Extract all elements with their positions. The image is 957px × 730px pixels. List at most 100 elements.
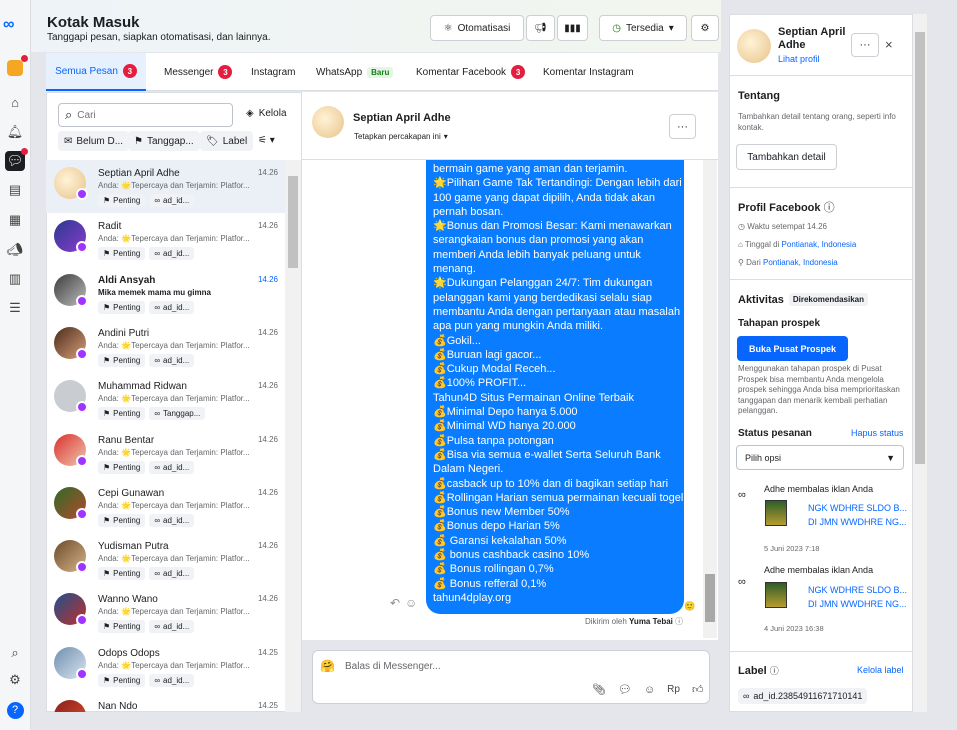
home-icon[interactable]: ⌂ — [5, 92, 25, 112]
list-item[interactable]: Radit 14.26 Anda: 🌟Tepercaya dan Terjamin:… — [46, 213, 285, 266]
view-profile-link[interactable]: Lihat profil — [778, 54, 820, 64]
emoji-icon[interactable]: ☺ — [644, 684, 655, 696]
details-scrollbar[interactable] — [913, 14, 927, 712]
label-tag[interactable]: ⚑ Penting — [98, 567, 146, 581]
automation-button[interactable]: ⚛ Otomatisasi — [430, 15, 524, 41]
label-tag[interactable]: ∞ ad_id... — [149, 194, 195, 207]
calendar-icon[interactable]: ▦ — [5, 210, 25, 230]
chat-more-button[interactable]: ··· — [669, 114, 696, 139]
settings-button[interactable]: ⚙ — [691, 15, 719, 41]
chat-contact-name[interactable]: Septian April Adhe — [353, 112, 451, 124]
label-tag[interactable]: ∞ ad_id... — [149, 353, 195, 367]
ad-link[interactable]: NGK WDHRE SLDO B... DI JMN WWDHRE NG... — [808, 501, 907, 529]
reply-icon[interactable]: ↶ — [390, 596, 400, 610]
list-item[interactable]: Cepi Gunawan 14.26 Anda: 🌟Tepercaya dan Te… — [46, 480, 285, 533]
label-tag[interactable]: ⚑ Penting — [98, 353, 146, 367]
label-chip[interactable]: ∞ ad_id.23854911671710141 — [738, 688, 868, 704]
availability-dropdown[interactable]: ◷ Tersedia ▾ — [599, 15, 687, 41]
avatar — [312, 106, 344, 138]
attachment-icon[interactable]: 📎︎ — [592, 683, 606, 696]
label-tag[interactable]: ∞ ad_id... — [149, 300, 195, 314]
search-input[interactable] — [77, 109, 218, 121]
message-line: 💰casback up to 10% dan di bagikan setiap… — [433, 477, 669, 490]
tab-whatsapp[interactable]: WhatsApp Baru — [316, 53, 394, 91]
notifications-icon[interactable]: 🔔︎ — [5, 122, 25, 142]
message-bubble[interactable]: bermain game yang aman dan terjamin. 🌟Pil… — [426, 160, 684, 614]
message-scrollbar[interactable] — [703, 160, 717, 638]
help-icon[interactable]: ? — [5, 700, 25, 720]
filter-pending[interactable]: ⚑ Tanggap... — [128, 131, 200, 151]
profile-more-button[interactable]: ··· — [851, 33, 879, 57]
compose-input[interactable]: Balas di Messenger... — [345, 661, 441, 672]
list-item[interactable]: Nan Ndo 14.25 — [46, 693, 285, 712]
react-icon[interactable]: ☺ — [405, 596, 417, 610]
page-avatar-icon[interactable] — [5, 55, 28, 78]
posts-icon[interactable]: ▤ — [5, 180, 25, 200]
label-tag[interactable]: ⚑ Penting — [98, 673, 146, 687]
ads-button[interactable]: 📢︎ — [526, 15, 555, 41]
ad-thumbnail[interactable] — [765, 500, 787, 526]
ad-link[interactable]: NGK WDHRE SLDO B... DI JMN WWDHRE NG... — [808, 583, 907, 611]
insights-button[interactable]: ▮▮▮ — [557, 15, 588, 41]
label-tag[interactable]: ∞ ad_id... — [149, 567, 195, 581]
label-tag[interactable]: ∞ ad_id... — [149, 247, 195, 261]
list-item[interactable]: Andini Putri 14.26 Anda: 🌟Tepercaya dan Te… — [46, 320, 285, 373]
tab-facebook-comments[interactable]: Komentar Facebook 3 — [416, 53, 526, 91]
manage-labels-link[interactable]: Kelola label — [857, 665, 904, 675]
list-item[interactable]: Septian April Adhe 14.26 Anda: 🌟Tepercaya … — [46, 160, 285, 213]
add-details-button[interactable]: Tambahkan detail — [736, 144, 837, 170]
settings-icon[interactable]: ⚙ — [5, 670, 25, 690]
order-status-select[interactable]: Pilih opsi ▼ — [736, 445, 904, 470]
search-box[interactable]: ⌕ — [58, 103, 233, 127]
tab-instagram[interactable]: Instagram — [251, 53, 295, 91]
list-item[interactable]: Muhammad Ridwan 14.26 Anda: 🌟Tepercaya dan… — [46, 373, 285, 426]
open-leads-center-button[interactable]: Buka Pusat Prospek — [737, 336, 848, 361]
tab-instagram-comments[interactable]: Komentar Instagram — [543, 53, 634, 91]
search-icon[interactable]: ⌕ — [5, 643, 25, 663]
inbox-icon[interactable]: 💬︎ — [5, 148, 28, 171]
assign-conversation[interactable]: Tetapkan percakapan ini ▾ — [354, 132, 448, 141]
insights-icon[interactable]: ▥ — [5, 269, 25, 289]
info-icon: ⓘ — [823, 202, 835, 214]
label-tag[interactable]: ⚑ Penting — [98, 247, 146, 261]
label-tag[interactable]: ⚑ Penting — [98, 407, 146, 421]
label-tag[interactable]: ⚑ Penting — [98, 513, 146, 527]
message-line: pelanggan kami yang berdedikasi selalu s… — [433, 291, 652, 304]
payment-button[interactable]: Rp — [667, 684, 680, 695]
list-item[interactable]: Odops Odops 14.25 Anda: 🌟Tepercaya dan Ter… — [46, 640, 285, 693]
label-tag[interactable]: ∞ ad_id... — [149, 673, 195, 687]
ad-thumbnail[interactable] — [765, 582, 787, 608]
filter-label[interactable]: 🏷︎ Label — [200, 131, 254, 151]
thumbs-up-icon[interactable]: 👍︎ — [692, 683, 704, 696]
label-tag[interactable]: ∞ ad_id... — [149, 620, 195, 634]
tab-all-messages[interactable]: Semua Pesan 3 — [46, 53, 146, 91]
label-tag[interactable]: ⚑ Penting — [98, 194, 146, 207]
clear-status-link[interactable]: Hapus status — [851, 428, 904, 438]
close-icon[interactable]: × — [885, 37, 893, 52]
list-item[interactable]: Wanno Wano 14.26 Anda: 🌟Tepercaya dan Terj… — [46, 586, 285, 639]
message-line: 💰 Bonus refferal 0,1% — [433, 577, 547, 590]
filter-unread[interactable]: ✉ Belum D... — [58, 131, 130, 151]
meta-icon: ∞ — [738, 489, 746, 501]
menu-icon[interactable]: ☰ — [5, 298, 25, 318]
seen-avatar: 🙂 — [684, 601, 696, 611]
ads-icon[interactable]: 📣︎ — [5, 240, 25, 260]
saved-replies-icon[interactable]: 💬︎ — [618, 683, 632, 696]
list-item[interactable]: Aldi Ansyah 14.26 Mika memek mama mu gimna… — [46, 267, 285, 320]
compose-box[interactable]: 🤗 Balas di Messenger... 📎︎ 💬︎ ☺ Rp 👍︎ — [312, 650, 710, 704]
clock-icon: ◷ — [612, 22, 621, 34]
list-item[interactable]: Yudisman Putra 14.26 Anda: 🌟Tepercaya dan … — [46, 533, 285, 586]
label-tag[interactable]: ∞ Tanggap... — [149, 407, 206, 421]
label-tag[interactable]: ⚑ Penting — [98, 300, 146, 314]
sort-filter-button[interactable]: ⚟ ▾ — [258, 135, 275, 146]
tab-messenger[interactable]: Messenger 3 — [164, 53, 233, 91]
manage-button[interactable]: ◈ Kelola — [246, 108, 287, 119]
message-line: pernah bosan. — [433, 205, 504, 218]
label-tag[interactable]: ∞ ad_id... — [149, 513, 195, 527]
label-tag[interactable]: ⚑ Penting — [98, 620, 146, 634]
meta-logo-icon[interactable]: ∞ — [3, 16, 27, 33]
label-tag[interactable]: ⚑ Penting — [98, 460, 146, 474]
list-item[interactable]: Ranu Bentar 14.26 Anda: 🌟Tepercaya dan Ter… — [46, 427, 285, 480]
label-tag[interactable]: ∞ ad_id... — [149, 460, 195, 474]
conversation-scrollbar[interactable] — [285, 160, 301, 712]
